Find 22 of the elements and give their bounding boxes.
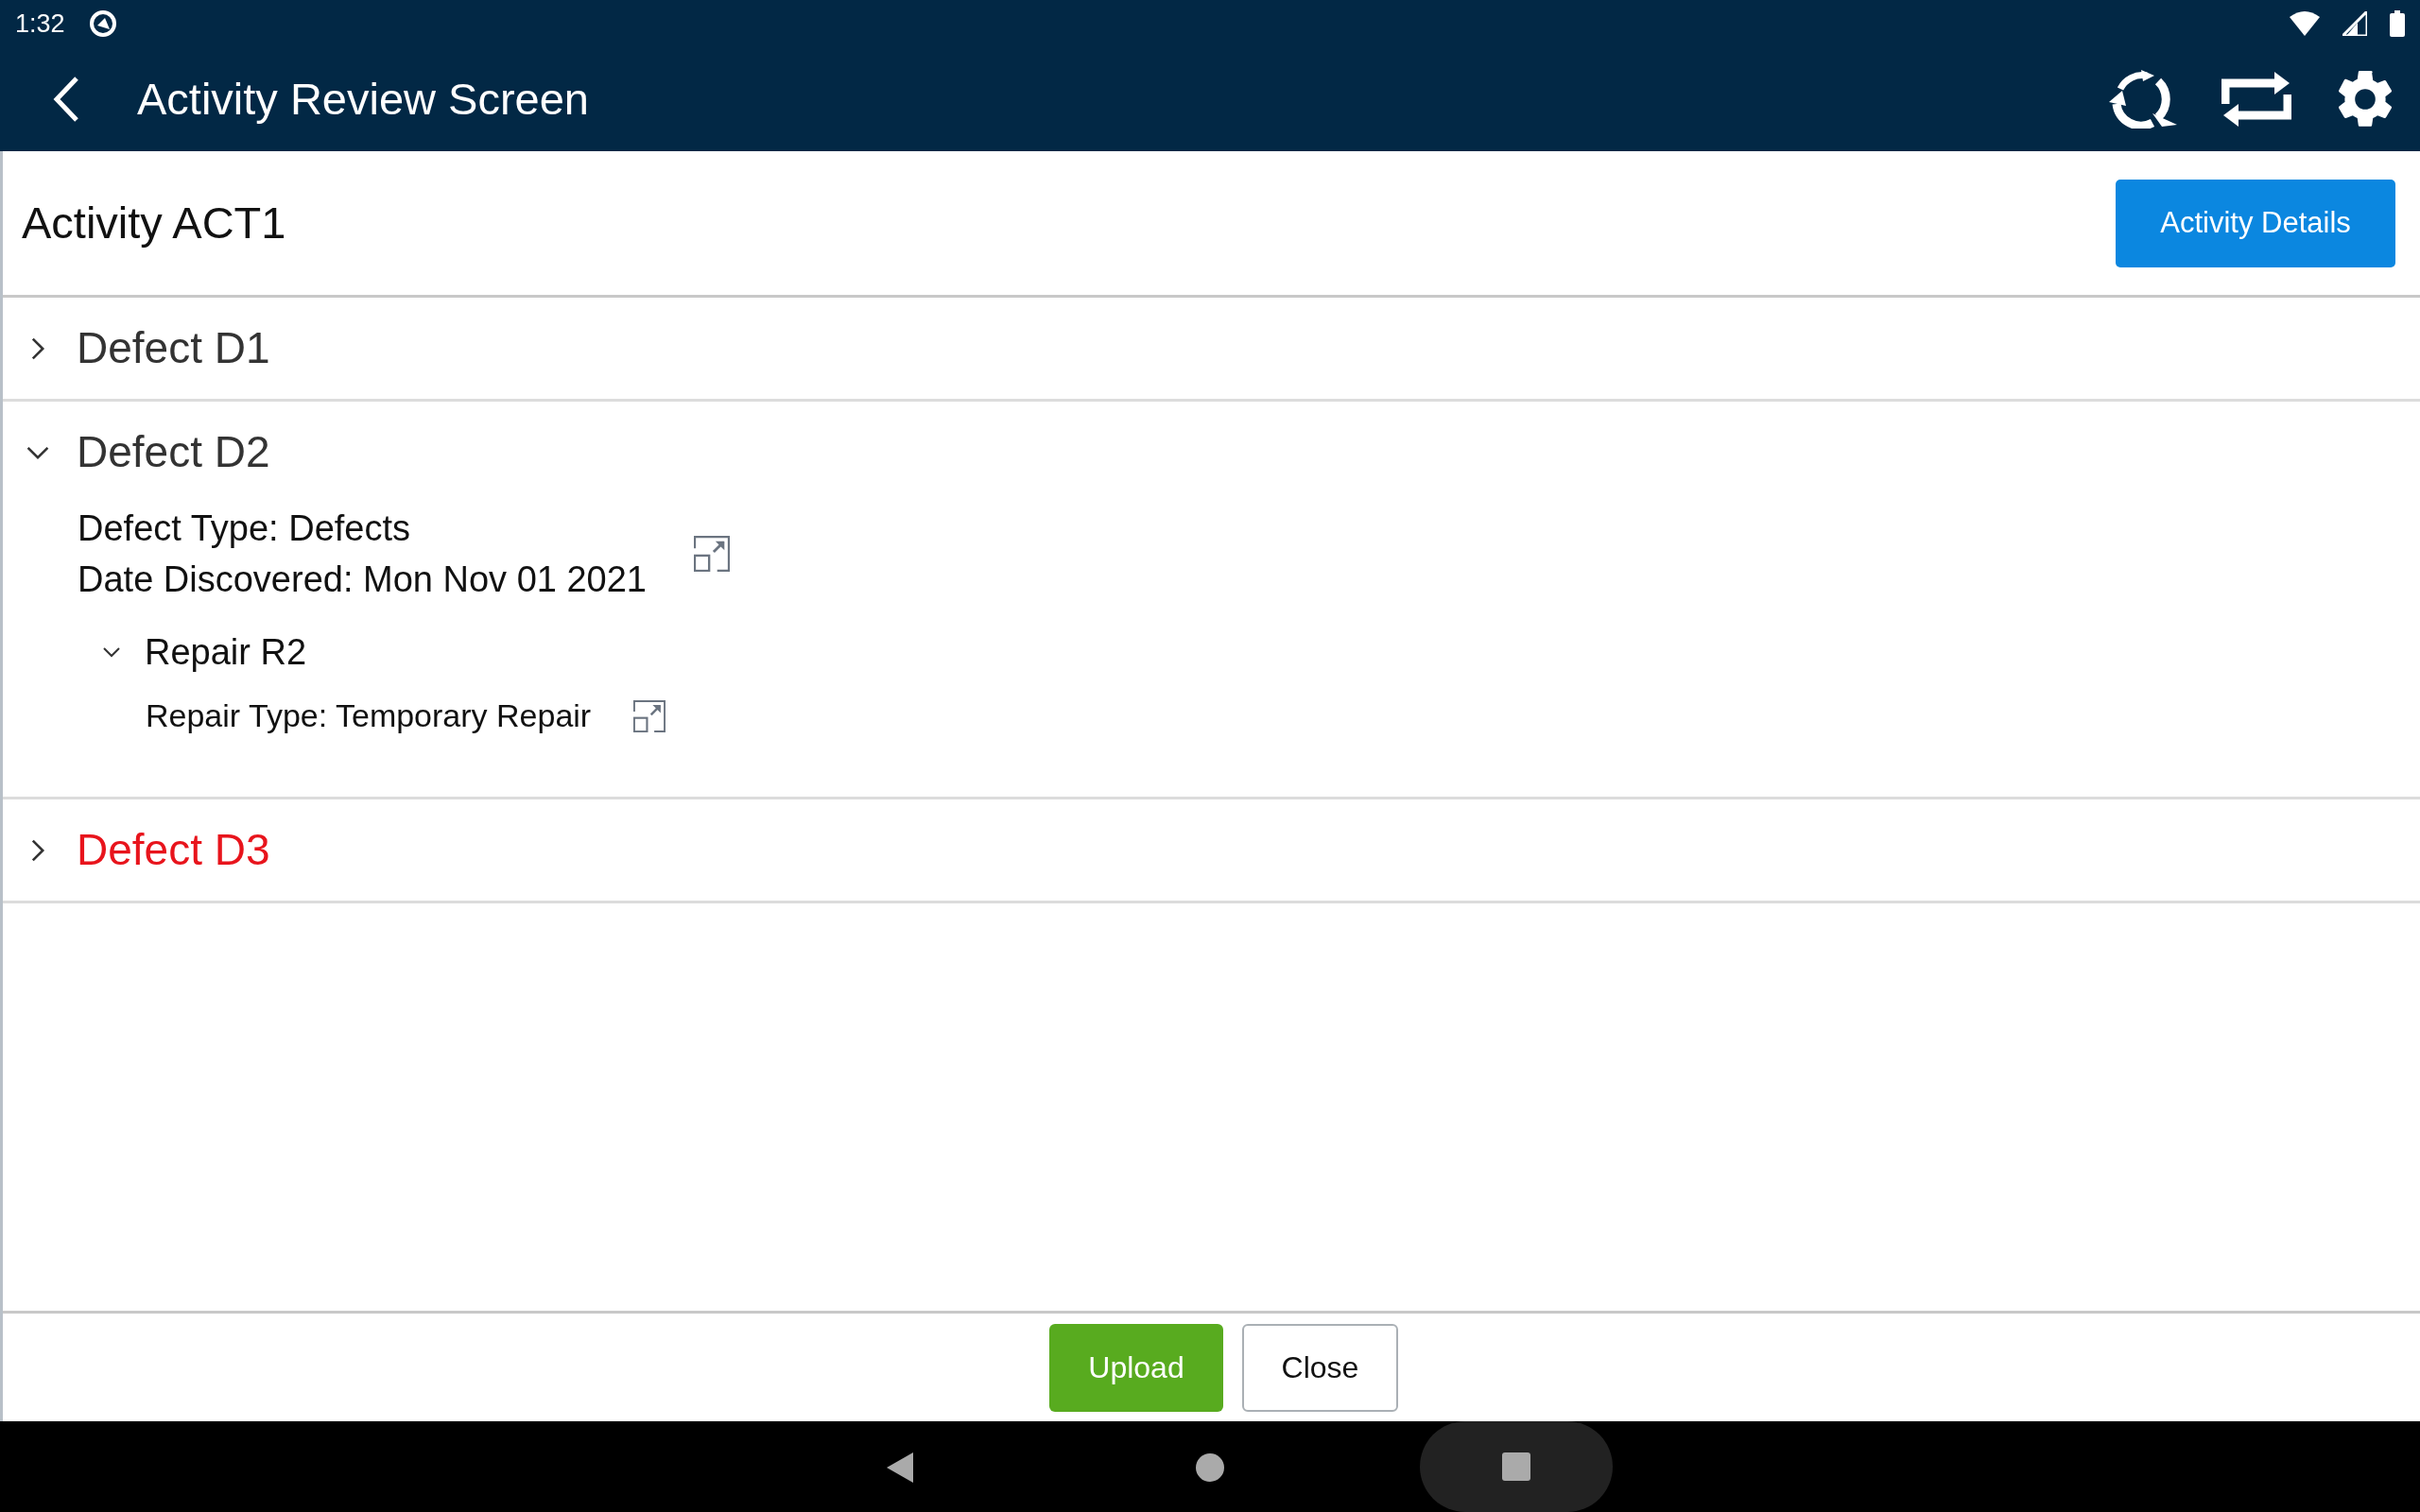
- notification-icon: [87, 9, 118, 39]
- home-icon[interactable]: [1196, 1453, 1224, 1482]
- screen-title: Activity Review Screen: [137, 72, 589, 126]
- back-icon[interactable]: [887, 1452, 915, 1483]
- wifi-icon: [2290, 11, 2320, 36]
- refresh-icon[interactable]: [2109, 70, 2179, 129]
- close-button[interactable]: Close: [1242, 1323, 1398, 1412]
- defect-title[interactable]: Defect D2: [77, 420, 270, 485]
- activity-title: Activity ACT1: [22, 196, 286, 249]
- activity-details-button[interactable]: Activity Details: [2116, 179, 2395, 267]
- defect-field: Date Discovered: Mon Nov 01 2021: [78, 554, 647, 605]
- repair-title[interactable]: Repair R2: [145, 625, 307, 679]
- expand-icon[interactable]: [694, 536, 730, 572]
- expand-icon[interactable]: [633, 699, 666, 732]
- status-time: 1:32: [15, 8, 65, 40]
- defect-field: Defect Type: Defects: [78, 503, 647, 554]
- defect-title[interactable]: Defect D3: [77, 817, 270, 883]
- signal-icon: [2342, 11, 2367, 36]
- repair-field: Repair Type: Temporary Repair: [146, 692, 592, 740]
- swap-arrows-icon[interactable]: [2221, 70, 2291, 129]
- battery-icon: [2390, 10, 2405, 37]
- defect-title[interactable]: Defect D1: [77, 316, 270, 381]
